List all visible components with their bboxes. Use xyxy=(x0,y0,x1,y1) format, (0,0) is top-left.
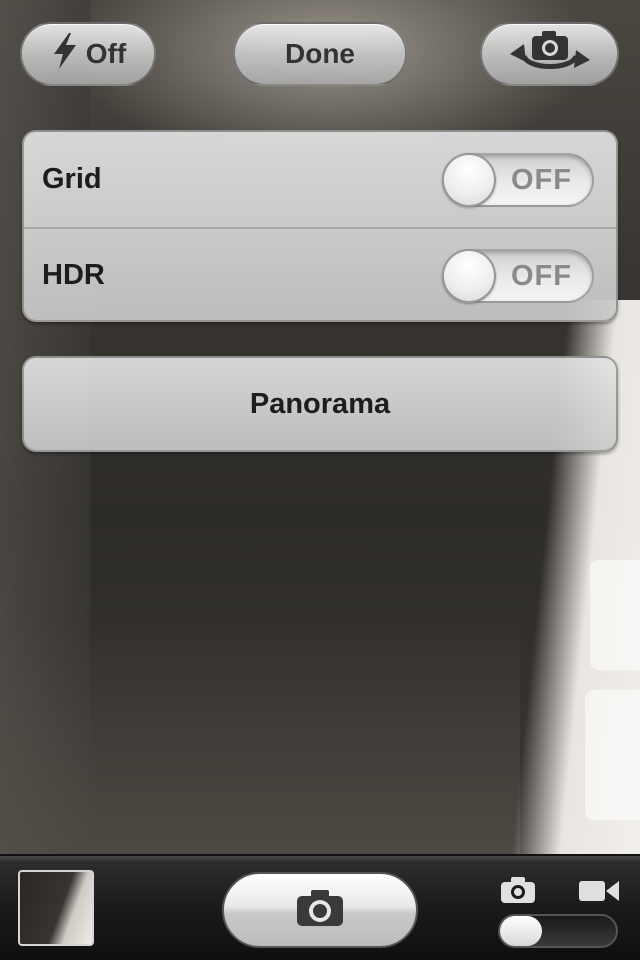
photo-video-mode-switch[interactable] xyxy=(498,914,618,948)
lightning-bolt-icon xyxy=(50,32,80,77)
hdr-toggle[interactable]: OFF xyxy=(442,248,594,303)
viewfinder-key-shape xyxy=(590,560,640,670)
panorama-label: Panorama xyxy=(249,387,391,420)
mode-switch-knob[interactable] xyxy=(500,916,542,946)
shutter-button[interactable] xyxy=(222,872,418,948)
grid-label: Grid xyxy=(42,163,102,195)
hdr-toggle-state: OFF xyxy=(511,259,572,292)
video-camera-icon[interactable] xyxy=(578,878,620,909)
hdr-toggle-knob[interactable] xyxy=(442,248,496,303)
camera-rotate-icon xyxy=(502,26,598,83)
flash-button[interactable]: Off xyxy=(20,22,156,86)
viewfinder-floor-shade xyxy=(0,620,520,856)
done-label: Done xyxy=(285,38,355,69)
last-photo-thumbnail[interactable] xyxy=(18,870,94,946)
hdr-label: HDR xyxy=(42,259,105,291)
grid-toggle-knob[interactable] xyxy=(442,152,496,207)
viewfinder-key-shape xyxy=(585,690,640,820)
camera-toolbar xyxy=(0,854,640,960)
flip-camera-button[interactable] xyxy=(480,22,619,86)
camera-screen: Off Done Grid OFF HDR OFF Panorama xyxy=(0,0,640,960)
grid-row: Grid OFF xyxy=(24,132,616,227)
hdr-row: HDR OFF xyxy=(24,227,616,322)
camera-icon xyxy=(295,888,345,933)
camera-options-panel: Grid OFF HDR OFF xyxy=(22,130,618,322)
photo-mode-camera-icon[interactable] xyxy=(500,876,536,909)
flash-label: Off xyxy=(85,38,127,69)
grid-toggle-state: OFF xyxy=(511,163,572,196)
done-button[interactable]: Done xyxy=(233,22,407,86)
panorama-button[interactable]: Panorama xyxy=(22,356,618,452)
grid-toggle[interactable]: OFF xyxy=(442,152,594,207)
